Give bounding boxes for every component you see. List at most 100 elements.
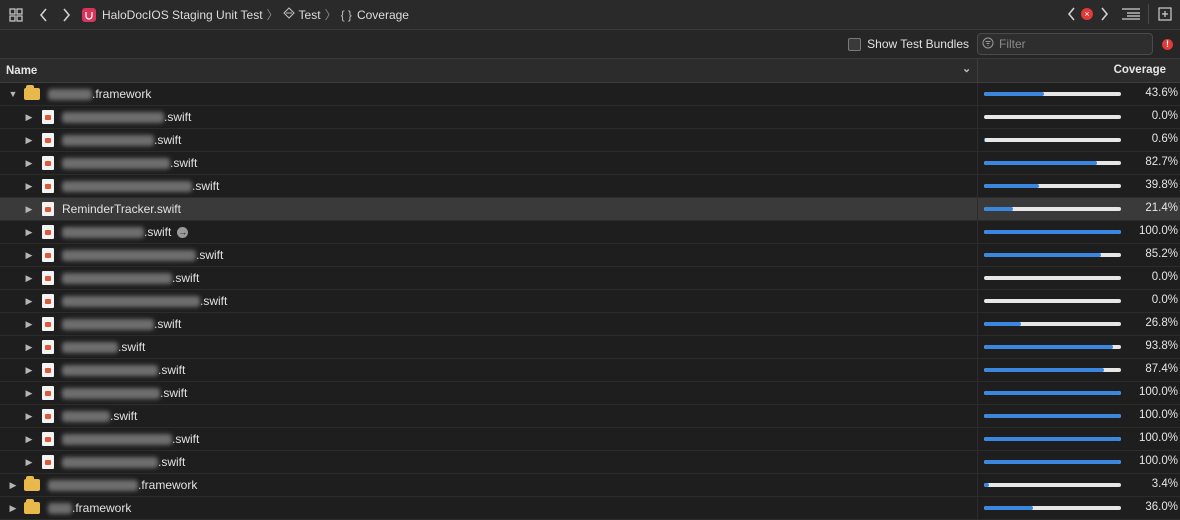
file-row[interactable]: ▶ .swift 85.2% [0, 244, 1180, 267]
column-header-name[interactable]: Name [0, 65, 976, 77]
file-row[interactable]: ▶ .swift 0.6% [0, 129, 1180, 152]
disclosure-collapsed-icon[interactable]: ▶ [24, 434, 34, 445]
editor-options-icon[interactable] [1121, 7, 1141, 24]
row-name-text: .swift [172, 432, 200, 446]
prev-issue-icon[interactable] [1067, 7, 1077, 24]
coverage-bar-fill [984, 253, 1101, 257]
row-name: .framework [48, 87, 151, 101]
file-row[interactable]: ▶ .swift 82.7% [0, 152, 1180, 175]
redacted-name-blur [62, 112, 164, 124]
file-row[interactable]: ▶ .swift 87.4% [0, 359, 1180, 382]
disclosure-collapsed-icon[interactable]: ▶ [24, 273, 34, 284]
error-icon[interactable]: × [1081, 8, 1093, 20]
disclosure-collapsed-icon[interactable]: ▶ [24, 204, 34, 215]
breadcrumb-test-plan[interactable]: HaloDocIOS Staging Unit Test [102, 8, 263, 22]
column-divider[interactable] [977, 59, 978, 82]
add-editor-icon[interactable] [1158, 7, 1172, 24]
framework-row[interactable]: ▶ .framework 36.0% [0, 497, 1180, 520]
disclosure-collapsed-icon[interactable]: ▶ [24, 319, 34, 330]
coverage-bar [984, 161, 1121, 165]
row-name-text: .swift [192, 179, 220, 193]
column-header-coverage[interactable]: Coverage [1114, 64, 1166, 76]
coverage-percent: 100.0% [1138, 432, 1178, 444]
row-name-text: .swift [110, 409, 138, 423]
file-row[interactable]: ▶ ReminderTracker.swift 21.4% [0, 198, 1180, 221]
disclosure-collapsed-icon[interactable]: ▶ [24, 112, 34, 123]
disclosure-collapsed-icon[interactable]: ▶ [24, 135, 34, 146]
next-issue-icon[interactable] [1099, 7, 1109, 24]
file-row[interactable]: ▶ .swift 39.8% [0, 175, 1180, 198]
row-name: .swift [62, 156, 197, 170]
disclosure-collapsed-icon[interactable]: ▶ [24, 342, 34, 353]
disclosure-expanded-icon[interactable]: ▼ [8, 89, 18, 99]
swift-file-icon [42, 317, 54, 331]
redacted-name-blur [62, 135, 154, 147]
framework-row[interactable]: ▼ .framework 43.6% [0, 83, 1180, 106]
disclosure-collapsed-icon[interactable]: ▶ [24, 411, 34, 422]
back-icon[interactable] [36, 7, 52, 23]
column-divider [977, 221, 978, 243]
column-divider [977, 244, 978, 266]
file-row[interactable]: ▶ .swift 100.0% [0, 405, 1180, 428]
framework-row[interactable]: ▶ .framework 3.4% [0, 474, 1180, 497]
coverage-bar [984, 368, 1121, 372]
column-divider [977, 267, 978, 289]
disclosure-collapsed-icon[interactable]: ▶ [24, 365, 34, 376]
filter-input[interactable]: Filter [977, 33, 1153, 55]
coverage-bar-fill [984, 322, 1021, 326]
disclosure-collapsed-icon[interactable]: ▶ [8, 503, 18, 514]
breadcrumb-separator: 〉 [324, 8, 337, 22]
framework-icon [24, 85, 40, 100]
file-row[interactable]: ▶ .swift 0.0% [0, 267, 1180, 290]
column-divider [977, 198, 978, 220]
file-row[interactable]: ▶ .swift 0.0% [0, 106, 1180, 129]
disclosure-collapsed-icon[interactable]: ▶ [24, 388, 34, 399]
row-name: .framework [48, 501, 131, 515]
coverage-bar [984, 299, 1121, 303]
jump-to-file-icon[interactable]: → [177, 226, 189, 238]
coverage-percent: 100.0% [1138, 455, 1178, 467]
disclosure-collapsed-icon[interactable]: ▶ [24, 158, 34, 169]
breadcrumb-test[interactable]: Test [299, 8, 321, 22]
disclosure-collapsed-icon[interactable]: ▶ [8, 480, 18, 491]
column-divider [977, 497, 978, 519]
coverage-bar-fill [984, 138, 985, 142]
file-row[interactable]: ▶ .swift 100.0% [0, 428, 1180, 451]
forward-icon[interactable] [58, 7, 74, 23]
row-name-text: .framework [92, 87, 152, 101]
breadcrumb-coverage[interactable]: Coverage [357, 8, 409, 22]
row-name: .swift [62, 225, 171, 239]
chevron-down-icon[interactable]: ⌄ [962, 62, 971, 75]
coverage-percent: 26.8% [1145, 317, 1178, 329]
grid-icon[interactable] [8, 7, 24, 23]
file-row[interactable]: ▶ .swift 100.0% [0, 382, 1180, 405]
disclosure-collapsed-icon[interactable]: ▶ [24, 227, 34, 238]
file-row[interactable]: ▶ .swift 100.0% [0, 451, 1180, 474]
disclosure-collapsed-icon[interactable]: ▶ [24, 250, 34, 261]
row-name-text: .swift [118, 340, 146, 354]
row-name: .swift [62, 317, 181, 331]
row-name: .swift [62, 409, 137, 423]
swift-file-icon [42, 248, 54, 262]
row-name: .swift [62, 386, 187, 400]
redacted-name-blur [62, 365, 158, 377]
show-test-bundles-checkbox[interactable] [848, 37, 862, 51]
coverage-bar-fill [984, 437, 1121, 441]
coverage-percent: 100.0% [1138, 386, 1178, 398]
column-divider [977, 359, 978, 381]
swift-file-icon [42, 340, 54, 354]
disclosure-collapsed-icon[interactable]: ▶ [24, 296, 34, 307]
error-badge-icon[interactable]: ! [1162, 38, 1173, 50]
row-name-text: .swift [158, 363, 186, 377]
row-name-text: .swift [144, 225, 172, 239]
row-name: .swift [62, 455, 185, 469]
coverage-percent: 82.7% [1145, 156, 1178, 168]
file-row[interactable]: ▶ .swift → 100.0% [0, 221, 1180, 244]
file-row[interactable]: ▶ .swift 0.0% [0, 290, 1180, 313]
file-row[interactable]: ▶ .swift 93.8% [0, 336, 1180, 359]
file-row[interactable]: ▶ .swift 26.8% [0, 313, 1180, 336]
row-name-text: .swift [170, 156, 198, 170]
disclosure-collapsed-icon[interactable]: ▶ [24, 181, 34, 192]
disclosure-collapsed-icon[interactable]: ▶ [24, 457, 34, 468]
coverage-percent: 85.2% [1145, 248, 1178, 260]
